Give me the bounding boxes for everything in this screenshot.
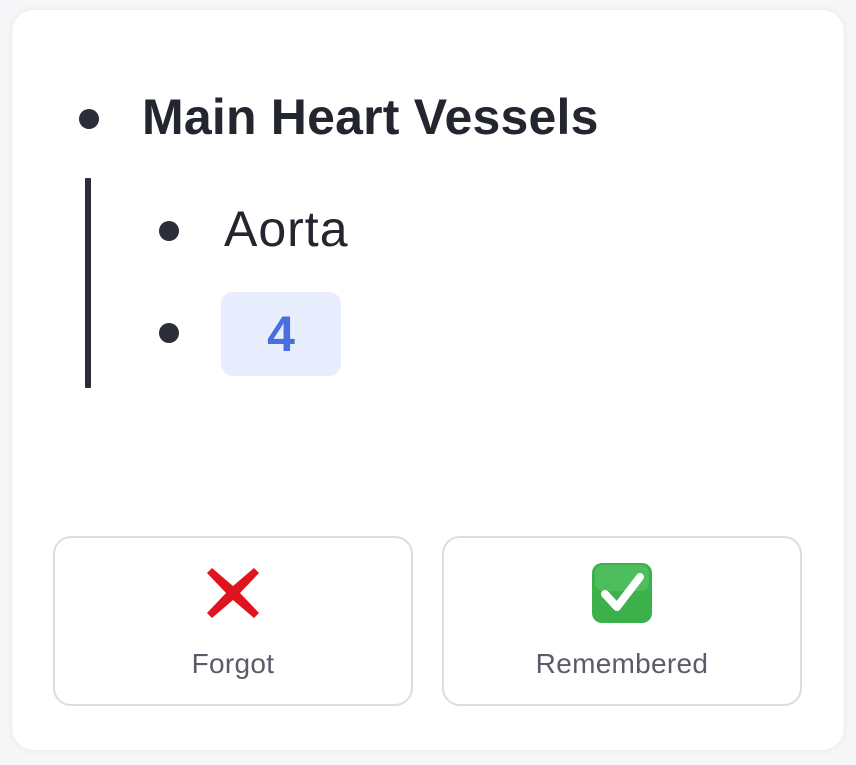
bullet-icon	[159, 323, 179, 343]
bullet-icon	[159, 221, 179, 241]
check-mark-button-icon	[592, 563, 652, 623]
remembered-label: Remembered	[535, 648, 709, 679]
outline-title: Main Heart Vessels	[142, 89, 599, 145]
forgot-label: Forgot	[191, 648, 275, 679]
cloze-answer[interactable]: 4	[221, 292, 341, 376]
cross-mark-icon	[207, 568, 259, 618]
bullet-icon	[79, 109, 99, 129]
outline-item-aorta: Aorta	[224, 201, 349, 257]
nesting-guide-line	[85, 178, 91, 388]
remembered-button[interactable]: Remembered	[442, 536, 802, 706]
forgot-button[interactable]: Forgot	[53, 536, 413, 706]
